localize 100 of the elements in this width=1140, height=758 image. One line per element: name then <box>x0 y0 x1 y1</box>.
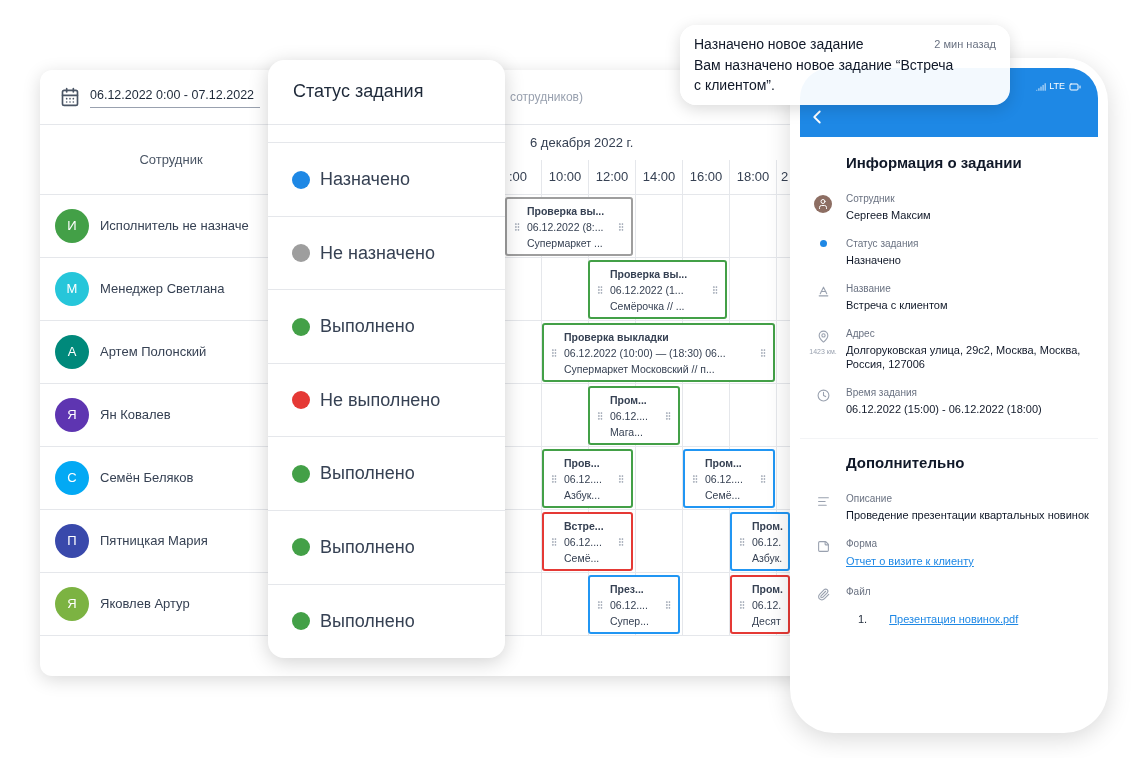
task-card[interactable]: Пром. 06.12. Десят <box>730 575 790 634</box>
task-card[interactable]: Встре... 06.12.... Семё... <box>542 512 633 571</box>
form-link[interactable]: Отчет о визите к клиенту <box>846 553 1090 570</box>
notification-card[interactable]: Назначено новое задание 2 мин назад Вам назначено новое задание “Встреча с клиентом”. <box>680 25 1010 105</box>
hour-label: :00 <box>507 168 529 187</box>
task-card[interactable]: Пром. 06.12. Азбук. <box>730 512 790 571</box>
status-option[interactable]: Выполнено <box>268 511 505 585</box>
battery-icon <box>1068 81 1082 93</box>
calendar-icon[interactable] <box>60 87 80 107</box>
list-number: 1. <box>858 611 868 627</box>
employee-name: Менеджер Светлана <box>100 280 225 299</box>
task-card[interactable]: Пром... 06.12.... Мага... <box>588 386 680 445</box>
field-label: Название <box>846 282 892 296</box>
avatar: Я <box>55 587 89 621</box>
avatar: Я <box>55 398 89 432</box>
employee-name: Семён Беляков <box>100 469 194 488</box>
paperclip-icon <box>816 587 830 601</box>
employee-name: Ян Ковалев <box>100 406 171 425</box>
task-title: През... <box>610 581 645 597</box>
hour-label: 16:00 <box>688 168 724 187</box>
task-place: Десят <box>752 613 782 629</box>
task-title: Пром. <box>752 581 783 597</box>
task-title: Проверка вы... <box>610 266 689 282</box>
text-icon <box>816 285 830 298</box>
date-range-field[interactable]: 06.12.2022 0:00 - 07.12.2022 <box>90 86 260 108</box>
notification-title: Назначено новое задание <box>694 35 864 54</box>
task-card[interactable]: През... 06.12.... Супер... <box>588 575 680 634</box>
day-label: 6 декабря 2022 г. <box>529 134 635 152</box>
filter-hint: сотрудников) <box>510 89 583 106</box>
notification-text: Вам назначено новое задание “Встреча с клиентом”. <box>694 56 955 95</box>
signal-icon <box>1036 82 1047 92</box>
column-header: Сотрудник <box>138 150 204 169</box>
lines-icon <box>816 495 830 508</box>
field-value: Назначено <box>846 253 902 267</box>
task-time: 06.12. <box>752 597 783 613</box>
field-value: Сергеев Максим <box>846 208 932 222</box>
field-label: Время задания <box>846 386 918 400</box>
task-time: 06.12.... <box>564 471 603 487</box>
task-card[interactable]: Пров... 06.12.... Азбук... <box>542 449 633 508</box>
task-title: Пров... <box>564 455 601 471</box>
task-place: Супер... <box>610 613 650 629</box>
task-place: Азбук... <box>564 487 602 503</box>
task-place: Семёрочка // ... <box>610 298 686 314</box>
task-time: 06.12.... <box>610 597 649 613</box>
task-title: Пром. <box>752 518 783 534</box>
status-option[interactable]: Не выполнено <box>268 363 505 438</box>
clock-icon <box>816 389 830 402</box>
task-place: Азбук. <box>752 550 783 566</box>
task-card[interactable]: Проверка выкладки 06.12.2022 (10:00) — (18:30) 06... Супермаркет Московский // п... <box>542 323 775 382</box>
note-icon <box>816 540 830 553</box>
task-place: Семё... <box>705 487 742 503</box>
network-label: LTE <box>1049 80 1065 94</box>
task-card[interactable]: Проверка вы... 06.12.2022 (8:... Супермаркет ... <box>505 197 633 256</box>
task-time: 06.12.2022 (10:00) — (18:30) 06... <box>564 345 727 361</box>
hour-label: 2 <box>780 168 789 187</box>
status-option[interactable]: Не назначено <box>268 216 505 291</box>
status-option[interactable]: Выполнено <box>268 290 505 364</box>
task-place: Супермаркет Московский // п... <box>564 361 716 377</box>
task-time: 06.12. <box>752 534 783 550</box>
field-value: 06.12.2022 (15:00) - 06.12.2022 (18:00) <box>846 402 1043 416</box>
field-label: Форма <box>846 537 879 551</box>
hour-label: 18:00 <box>735 168 771 187</box>
employee-name: Исполнитель не назначе <box>100 217 249 236</box>
task-time: 06.12.... <box>564 534 603 550</box>
field-value: Проведение презентации квартальных новинок <box>846 508 1090 522</box>
employee-name: Пятницкая Мария <box>100 532 208 551</box>
hour-label: 12:00 <box>594 168 630 187</box>
task-title: Проверка вы... <box>527 203 606 219</box>
task-title: Пром... <box>610 392 648 408</box>
field-value: Долгоруковская улица, 29с2, Москва, Москва, Россия, 127006 <box>846 343 1082 371</box>
user-avatar-icon <box>814 195 832 213</box>
avatar: С <box>55 461 89 495</box>
task-title: Проверка выкладки <box>564 329 670 345</box>
task-time: 06.12.... <box>610 408 649 424</box>
avatar: П <box>55 524 89 558</box>
field-label: Файл <box>846 584 872 599</box>
task-time: 06.12.2022 (8:... <box>527 219 605 235</box>
field-label: Описание <box>846 492 893 506</box>
file-link[interactable]: Презентация новинок.pdf <box>889 610 1019 627</box>
avatar: М <box>55 272 89 306</box>
field-label: Статус задания <box>846 237 920 251</box>
notification-time: 2 мин назад <box>934 37 996 52</box>
hour-label: 14:00 <box>641 168 677 187</box>
status-option[interactable]: Выполнено <box>268 437 505 511</box>
avatar: И <box>55 209 89 243</box>
field-label: Сотрудник <box>846 192 896 206</box>
task-card[interactable]: Проверка вы... 06.12.2022 (1... Семёрочка // ... <box>588 260 727 319</box>
task-card[interactable]: Пром... 06.12.... Семё... <box>683 449 775 508</box>
section-heading: Информация о задании <box>846 154 1022 171</box>
status-option[interactable]: Выполнено <box>268 584 505 658</box>
task-time: 06.12.2022 (1... <box>610 282 685 298</box>
employee-name: Артем Полонский <box>100 343 207 362</box>
task-place: Семё... <box>564 550 601 566</box>
section-heading: Дополнительно <box>846 454 965 471</box>
field-value: Встреча с клиентом <box>846 298 949 312</box>
status-option[interactable]: Назначено <box>268 143 505 217</box>
task-time: 06.12.... <box>705 471 744 487</box>
avatar: А <box>55 335 89 369</box>
field-label: Адрес <box>846 327 876 341</box>
panel-title: Статус задания <box>293 80 424 104</box>
